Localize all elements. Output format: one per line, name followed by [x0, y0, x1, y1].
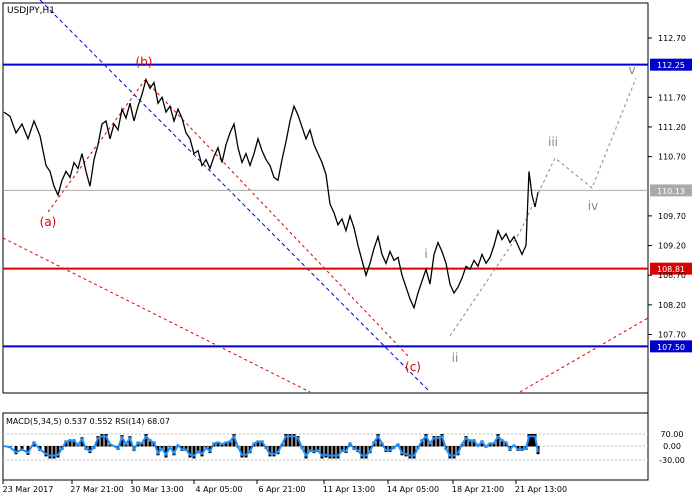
- histogram-bar: [408, 446, 412, 459]
- histogram-bar: [336, 446, 340, 459]
- indicator-tick-label: -30.00: [659, 456, 685, 465]
- histogram-bar: [192, 446, 196, 459]
- time-label: 11 Apr 13:00: [323, 485, 375, 494]
- wave-label-1: (b): [136, 55, 153, 69]
- level-label-110.13: 110.13: [657, 187, 685, 196]
- histogram-bar: [452, 446, 456, 459]
- indicator-title: MACD(5,34,5) 0.537 0.552 RSI(14) 68.07: [6, 417, 170, 426]
- price-tick-label: 108.70: [658, 271, 686, 280]
- price-tick-label: 111.70: [658, 93, 686, 102]
- histogram-bar: [332, 446, 336, 459]
- wave-label-6: iv: [588, 199, 598, 213]
- price-chart: 112.25108.81107.50110.13 (a)(b)(c)iiiiii…: [0, 0, 700, 500]
- wave-label-2: (c): [405, 360, 421, 374]
- time-label: 27 Mar 21:00: [70, 485, 123, 494]
- time-label: 21 Apr 13:00: [515, 485, 567, 494]
- wave-label-7: v: [628, 63, 635, 77]
- price-tick-label: 110.70: [658, 153, 686, 162]
- histogram-bar: [320, 446, 324, 459]
- wave-label-5: iii: [548, 135, 558, 149]
- price-tick-label: 108.20: [658, 301, 686, 310]
- level-label-112.25: 112.25: [657, 61, 685, 70]
- price-tick-label: 112.70: [658, 34, 686, 43]
- time-label: 6 Apr 21:00: [258, 485, 305, 494]
- symbol-label: USDJPY,H1: [7, 6, 55, 16]
- price-tick-label: 111.20: [658, 123, 686, 132]
- price-tick-label: 109.70: [658, 212, 686, 221]
- time-label: 14 Apr 05:00: [387, 485, 439, 494]
- wave-label-3: i: [424, 247, 427, 261]
- indicator-tick-label: 70.00: [661, 430, 684, 439]
- wave-label-4: ii: [452, 351, 459, 365]
- histogram-bar: [48, 446, 52, 459]
- level-label-107.50: 107.50: [657, 343, 685, 352]
- histogram-bar: [328, 446, 332, 459]
- histogram-bar: [364, 446, 368, 459]
- time-label: 23 Mar 2017: [3, 485, 54, 494]
- wave-label-0: (a): [40, 215, 57, 229]
- time-label: 4 Apr 05:00: [195, 485, 242, 494]
- indicator-tick-label: 0.00: [663, 442, 681, 451]
- histogram-bar: [52, 446, 56, 459]
- time-label: 30 Mar 13:00: [130, 485, 183, 494]
- time-label: 18 Apr 21:00: [452, 485, 504, 494]
- price-tick-label: 109.20: [658, 242, 686, 251]
- price-tick-label: 107.70: [658, 331, 686, 340]
- histogram-bar: [360, 446, 364, 459]
